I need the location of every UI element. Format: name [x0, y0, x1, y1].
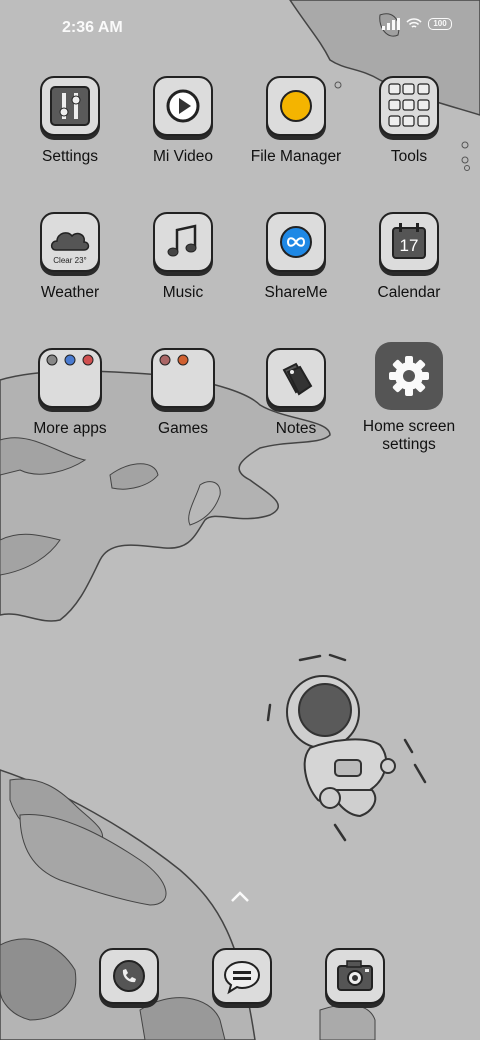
calendar-icon: 17 [379, 212, 439, 272]
app-settings[interactable]: Settings [14, 76, 126, 166]
cloud-icon: Clear 23° [40, 212, 100, 272]
app-label: Mi Video [152, 148, 214, 165]
app-games[interactable]: Games [127, 348, 239, 438]
signal-icon [382, 18, 400, 30]
app-notes[interactable]: Notes [240, 348, 352, 438]
weather-condition: Clear 23° [53, 256, 87, 265]
notes-icon [266, 348, 326, 408]
app-label: More apps [33, 420, 107, 437]
app-home-screen-settings[interactable]: Home screen settings [353, 342, 465, 454]
app-calendar[interactable]: 17 Calendar [353, 212, 465, 302]
calendar-day: 17 [399, 236, 419, 255]
app-label: Games [158, 420, 208, 437]
settings-sliders-icon [40, 76, 100, 136]
dock-phone[interactable] [99, 948, 159, 1004]
app-label: Home screen settings [362, 418, 456, 453]
app-label: Settings [41, 148, 98, 165]
folder-icon [151, 348, 215, 408]
battery-icon: 100 [428, 18, 452, 30]
folder-icon [38, 348, 102, 408]
dock-messaging[interactable] [212, 948, 272, 1004]
app-music[interactable]: Music [127, 212, 239, 302]
gear-icon [375, 342, 443, 410]
infinity-icon [266, 212, 326, 272]
app-file-manager[interactable]: File Manager [240, 76, 352, 166]
folder-circle-icon [266, 76, 326, 136]
app-label: File Manager [250, 148, 342, 165]
app-weather[interactable]: Clear 23° Weather [14, 212, 126, 302]
app-shareme[interactable]: ShareMe [240, 212, 352, 302]
camera-icon [325, 948, 385, 1004]
status-bar: 2:36 AM 100 [0, 0, 480, 56]
message-icon [212, 948, 272, 1004]
music-note-icon [153, 212, 213, 272]
dock-camera[interactable] [325, 948, 385, 1004]
wifi-icon [406, 18, 422, 28]
app-tools[interactable]: Tools [353, 76, 465, 166]
app-label: Calendar [377, 284, 441, 301]
app-more-apps[interactable]: More apps [14, 348, 126, 438]
status-time: 2:36 AM [62, 19, 123, 36]
app-label: ShareMe [264, 284, 328, 301]
app-mi-video[interactable]: Mi Video [127, 76, 239, 166]
app-label: Music [162, 284, 204, 301]
status-icons: 100 [382, 18, 452, 30]
app-label: Tools [390, 148, 428, 165]
app-label: Weather [40, 284, 100, 301]
phone-icon [99, 948, 159, 1004]
chevron-up-icon[interactable] [229, 890, 251, 904]
play-icon [153, 76, 213, 136]
folder-grid-icon [379, 76, 439, 136]
app-label: Notes [275, 420, 317, 437]
